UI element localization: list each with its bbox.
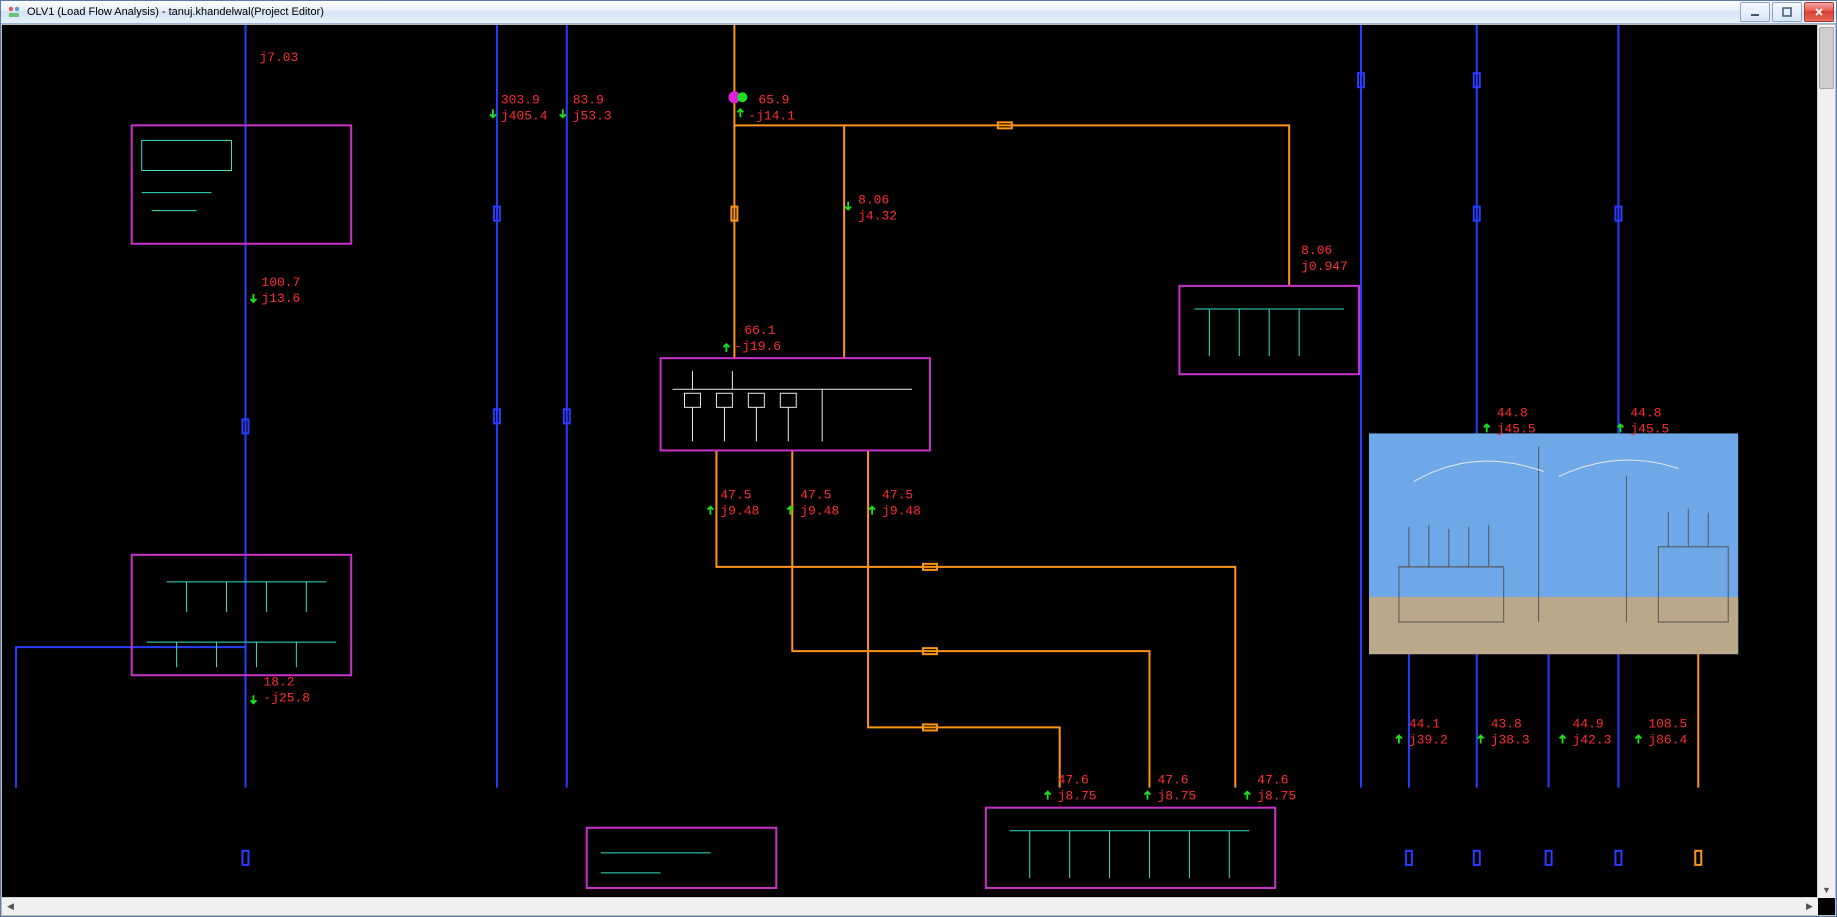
svg-text:j13.6: j13.6: [261, 291, 300, 306]
maximize-button[interactable]: [1772, 2, 1802, 22]
diagram-canvas[interactable]: j7.03 303.9 j405.4 83.9 j53.3 65.9 -j14.…: [2, 25, 1818, 898]
svg-text:47.5: 47.5: [800, 488, 831, 503]
svg-text:j42.3: j42.3: [1573, 732, 1612, 747]
svg-text:-j25.8: -j25.8: [263, 690, 310, 705]
vertical-scrollbar[interactable]: ▲ ▼: [1817, 25, 1835, 898]
svg-text:j9.48: j9.48: [882, 504, 921, 519]
svg-text:j405.4: j405.4: [501, 108, 548, 123]
svg-text:47.6: 47.6: [1257, 773, 1288, 788]
svg-text:j45.5: j45.5: [1497, 421, 1536, 436]
svg-text:47.5: 47.5: [882, 488, 913, 503]
svg-text:-j19.6: -j19.6: [734, 339, 781, 354]
svg-text:47.5: 47.5: [720, 488, 751, 503]
titlebar[interactable]: OLV1 (Load Flow Analysis) - tanuj.khande…: [1, 1, 1836, 24]
svg-text:j38.3: j38.3: [1491, 732, 1530, 747]
svg-text:83.9: 83.9: [573, 92, 604, 107]
window-buttons: [1738, 2, 1834, 22]
svg-text:108.5: 108.5: [1648, 716, 1687, 731]
svg-text:j39.2: j39.2: [1409, 732, 1448, 747]
diagram-viewport: j7.03 303.9 j405.4 83.9 j53.3 65.9 -j14.…: [1, 24, 1836, 916]
app-window: OLV1 (Load Flow Analysis) - tanuj.khande…: [0, 0, 1837, 917]
svg-text:8.06: 8.06: [858, 193, 889, 208]
svg-text:j7.03: j7.03: [259, 50, 298, 65]
minimize-button[interactable]: [1740, 2, 1770, 22]
app-icon: [7, 5, 21, 19]
scroll-down-icon[interactable]: ▼: [1818, 881, 1835, 898]
svg-text:j53.3: j53.3: [573, 108, 612, 123]
svg-text:43.8: 43.8: [1491, 716, 1522, 731]
svg-text:65.9: 65.9: [758, 92, 789, 107]
svg-text:47.6: 47.6: [1058, 773, 1089, 788]
scroll-thumb-vertical[interactable]: [1819, 27, 1834, 89]
svg-text:j9.48: j9.48: [800, 504, 839, 519]
svg-text:j0.947: j0.947: [1301, 259, 1348, 274]
svg-text:j45.5: j45.5: [1630, 421, 1669, 436]
svg-text:j4.32: j4.32: [858, 209, 897, 224]
scroll-right-icon[interactable]: ▶: [1801, 898, 1818, 915]
scroll-left-icon[interactable]: ◀: [2, 898, 19, 915]
substation-photo: [1369, 433, 1738, 654]
svg-text:303.9: 303.9: [501, 92, 540, 107]
flow-labels: j7.03 303.9 j405.4 83.9 j53.3 65.9 -j14.…: [250, 50, 1687, 804]
svg-text:-j14.1: -j14.1: [748, 108, 795, 123]
svg-text:j86.4: j86.4: [1648, 732, 1687, 747]
svg-text:j8.75: j8.75: [1058, 789, 1097, 804]
close-button[interactable]: [1804, 2, 1834, 22]
window-title: OLV1 (Load Flow Analysis) - tanuj.khande…: [27, 6, 324, 18]
svg-text:j8.75: j8.75: [1157, 789, 1196, 804]
svg-text:j8.75: j8.75: [1257, 789, 1296, 804]
svg-text:66.1: 66.1: [744, 323, 775, 338]
svg-text:18.2: 18.2: [263, 674, 294, 689]
svg-text:100.7: 100.7: [261, 275, 300, 290]
svg-text:47.6: 47.6: [1157, 773, 1188, 788]
svg-text:44.8: 44.8: [1630, 405, 1661, 420]
centre-substation-internals: [673, 371, 912, 441]
horizontal-scrollbar[interactable]: ◀ ▶: [2, 897, 1818, 915]
svg-text:44.9: 44.9: [1573, 716, 1604, 731]
svg-text:44.1: 44.1: [1409, 716, 1440, 731]
svg-text:8.06: 8.06: [1301, 243, 1332, 258]
svg-text:44.8: 44.8: [1497, 405, 1528, 420]
svg-text:j9.48: j9.48: [720, 504, 759, 519]
